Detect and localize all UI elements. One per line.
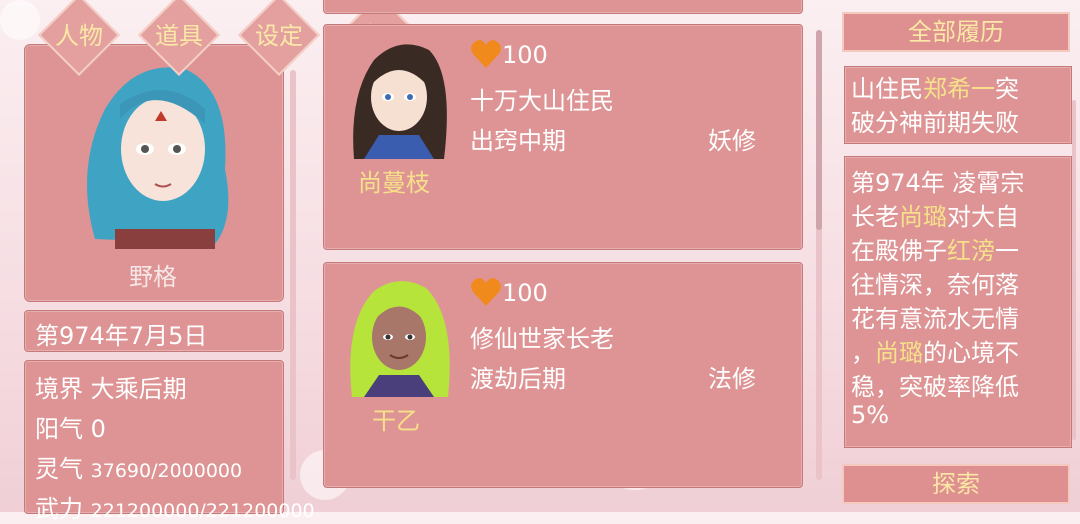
history-line: 山住民郑希一突 <box>851 75 1019 103</box>
stat-spirit: 灵气 37690/2000000 <box>35 455 243 483</box>
npc-favor: 100 <box>502 41 548 69</box>
date-bar: 第974年7月5日 <box>24 310 284 352</box>
npc-card-partial[interactable] <box>323 0 803 14</box>
npc-origin: 十万大山住民 <box>470 87 614 115</box>
npc-class: 妖修 <box>708 127 756 155</box>
heart-icon <box>470 277 502 307</box>
npc-card[interactable]: 尚蔓枝 100 十万大山住民 出窍中期 妖修 <box>323 24 803 250</box>
history-line: 长老尚璐对大自 <box>851 203 1019 231</box>
history-line: 稳，突破率降低 <box>851 373 1019 401</box>
history-line: 破分神前期失败 <box>851 109 1019 137</box>
history-line: 往情深，奈何落 <box>851 271 1019 299</box>
npc-name: 干乙 <box>372 407 420 435</box>
history-line: 花有意流水无情 <box>851 305 1019 333</box>
history-entry: 山住民郑希一突 破分神前期失败 <box>844 66 1072 144</box>
player-portrait-card[interactable]: 野格 <box>24 44 284 302</box>
explore-label: 探索 <box>932 470 980 498</box>
npc-origin: 修仙世家长老 <box>470 325 614 353</box>
history-line: 在殿佛子红滂一 <box>851 237 1019 265</box>
player-portrait <box>87 67 229 249</box>
npc-card[interactable]: 干乙 100 修仙世家长老 渡劫后期 法修 <box>323 262 803 488</box>
history-all-label: 全部履历 <box>908 18 1004 46</box>
history-all-button[interactable]: 全部履历 <box>842 12 1070 52</box>
history-line: ，尚璐的心境不 <box>851 339 1019 367</box>
tab-label: 道具 <box>155 22 203 50</box>
npc-realm: 出窍中期 <box>470 127 566 155</box>
history-line: 第974年 凌霄宗 <box>851 169 1025 197</box>
tab-label: 设定 <box>255 22 303 50</box>
history-scrollbar[interactable] <box>1072 100 1076 440</box>
stat-yang: 阳气 0 <box>35 415 106 443</box>
history-line: 5% <box>851 401 890 429</box>
npc-realm: 渡劫后期 <box>470 365 566 393</box>
npc-name: 尚蔓枝 <box>358 169 430 197</box>
history-entry: 第974年 凌霄宗 长老尚璐对大自 在殿佛子红滂一 往情深，奈何落 花有意流水无… <box>844 156 1072 448</box>
npc-portrait <box>350 281 450 397</box>
stats-panel: 境界 大乘后期 阳气 0 灵气 37690/2000000 武力 2212000… <box>24 360 315 523</box>
npc-class: 法修 <box>708 365 756 393</box>
heart-icon <box>470 39 502 69</box>
middle-scrollbar[interactable] <box>816 30 822 480</box>
stat-realm: 境界 大乘后期 <box>35 375 187 403</box>
npc-portrait <box>353 44 447 159</box>
tab-label: 人物 <box>55 22 103 50</box>
left-scrollbar[interactable] <box>290 70 296 480</box>
stat-force: 武力 221200000/221200000 <box>35 495 315 523</box>
explore-button[interactable]: 探索 <box>842 464 1070 504</box>
player-name: 野格 <box>129 263 177 291</box>
date-text: 第974年7月5日 <box>35 322 208 350</box>
npc-favor: 100 <box>502 279 548 307</box>
scroll-thumb[interactable] <box>816 30 822 230</box>
